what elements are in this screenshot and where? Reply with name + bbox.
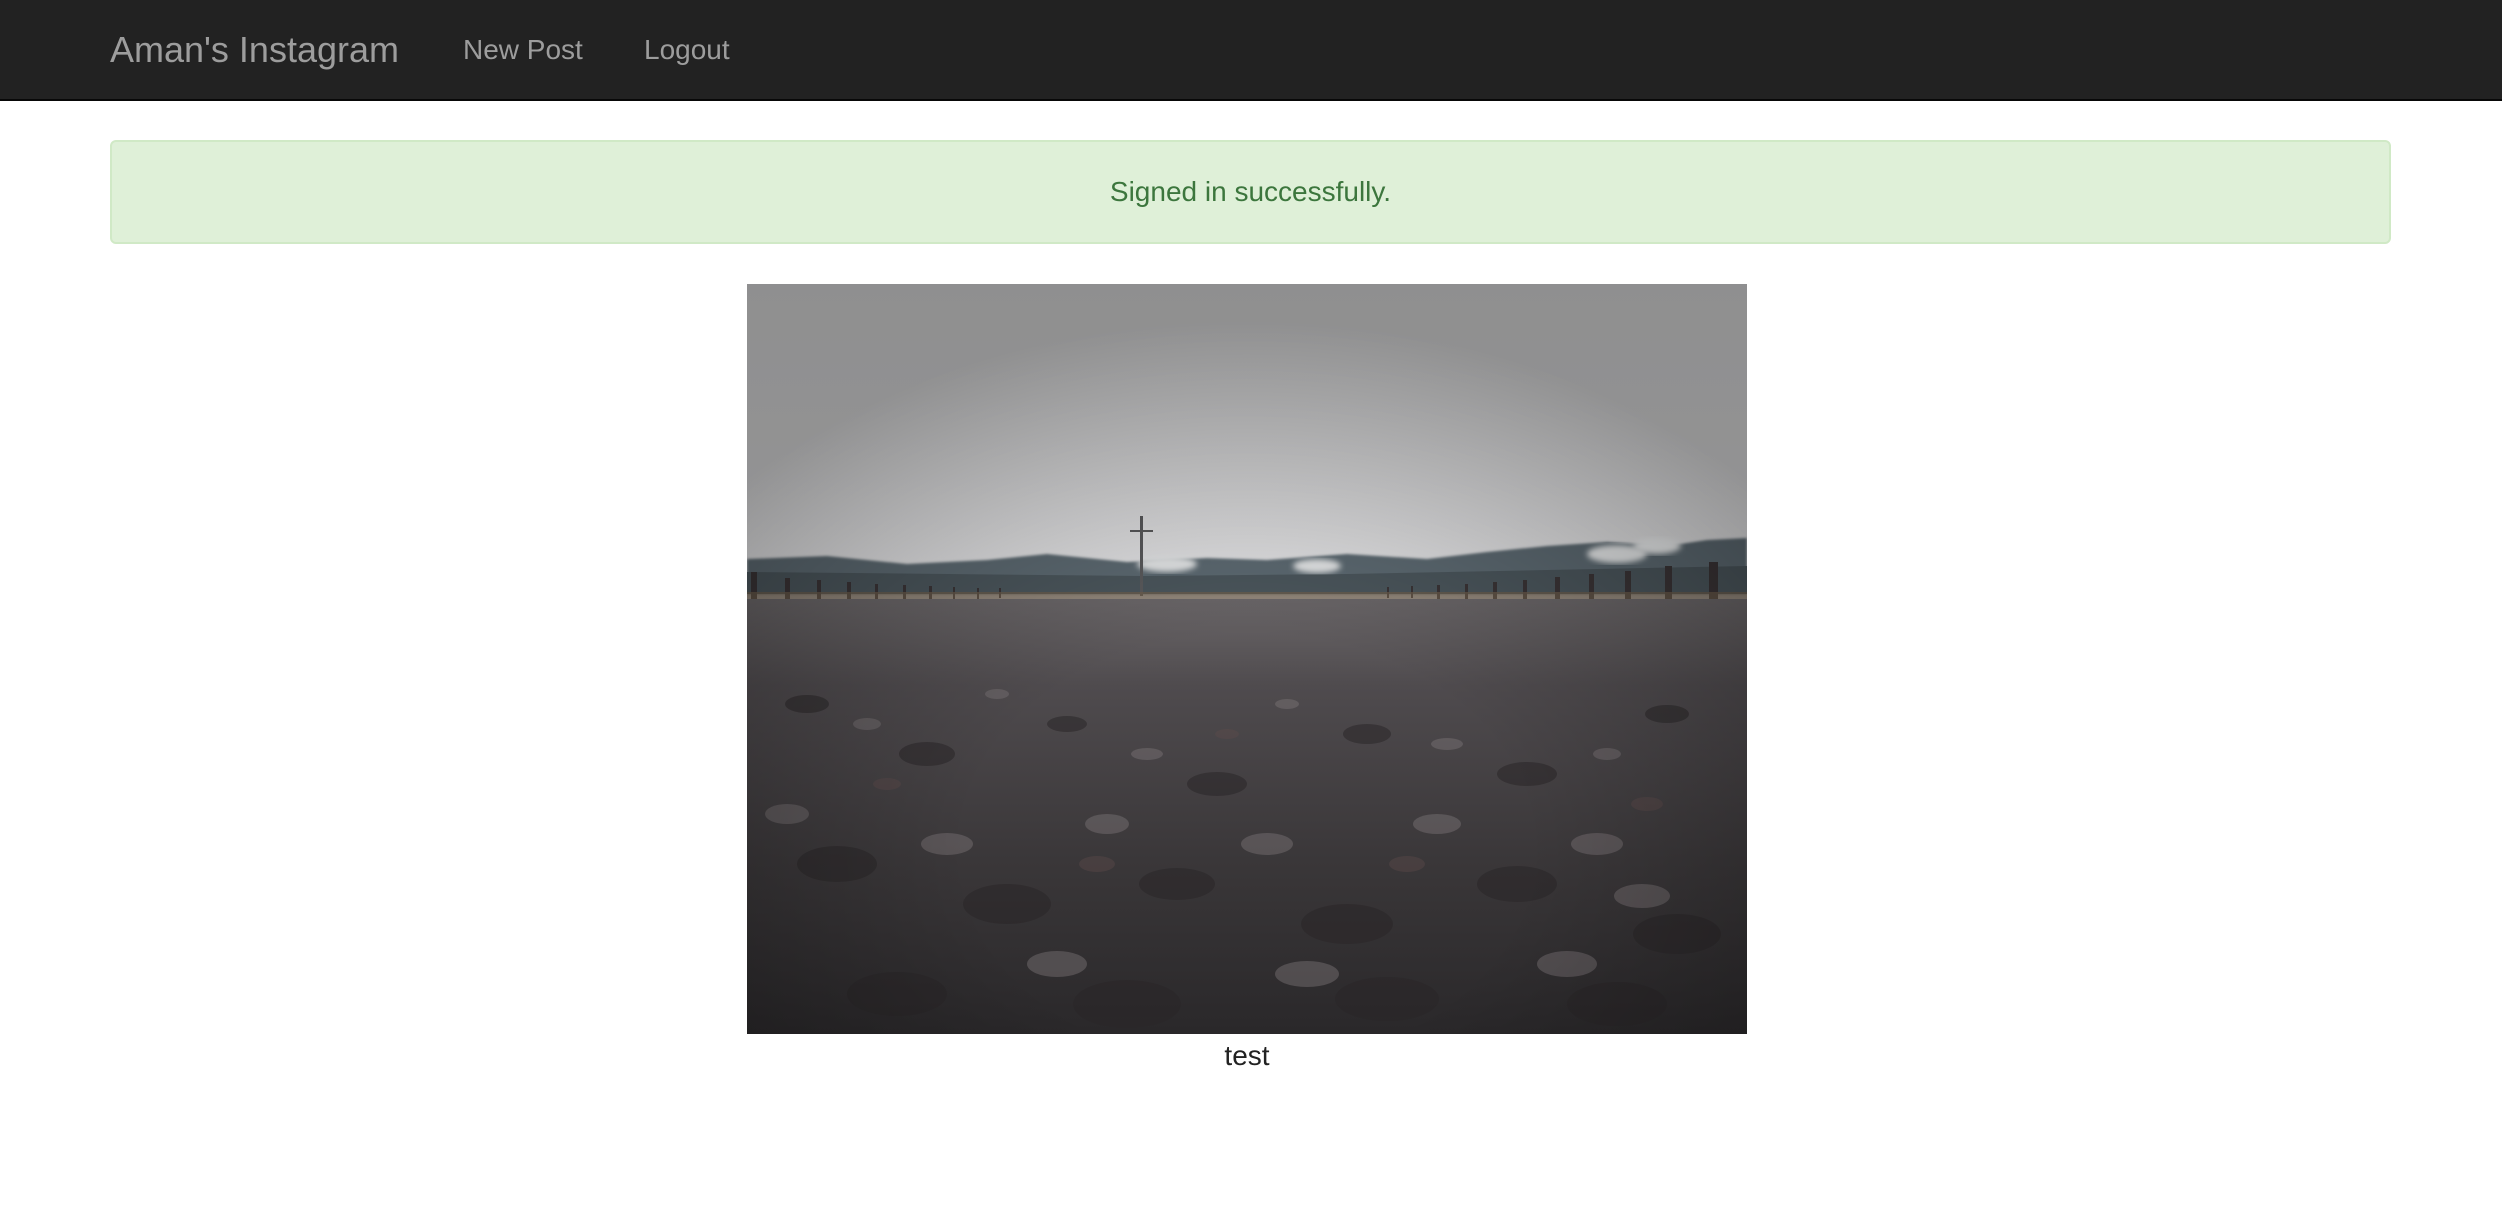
post-image	[747, 284, 1747, 1034]
flash-success-alert: Signed in successfully.	[110, 140, 2391, 244]
post-card: test	[747, 284, 1747, 1074]
flash-message: Signed in successfully.	[1109, 176, 1392, 207]
logout-link[interactable]: Logout	[644, 0, 730, 100]
top-navbar: Aman's Instagram New Post Logout	[0, 0, 2502, 101]
brand-link[interactable]: Aman's Instagram	[110, 0, 399, 100]
post-caption: test	[1224, 1040, 1270, 1071]
new-post-link[interactable]: New Post	[463, 0, 583, 100]
